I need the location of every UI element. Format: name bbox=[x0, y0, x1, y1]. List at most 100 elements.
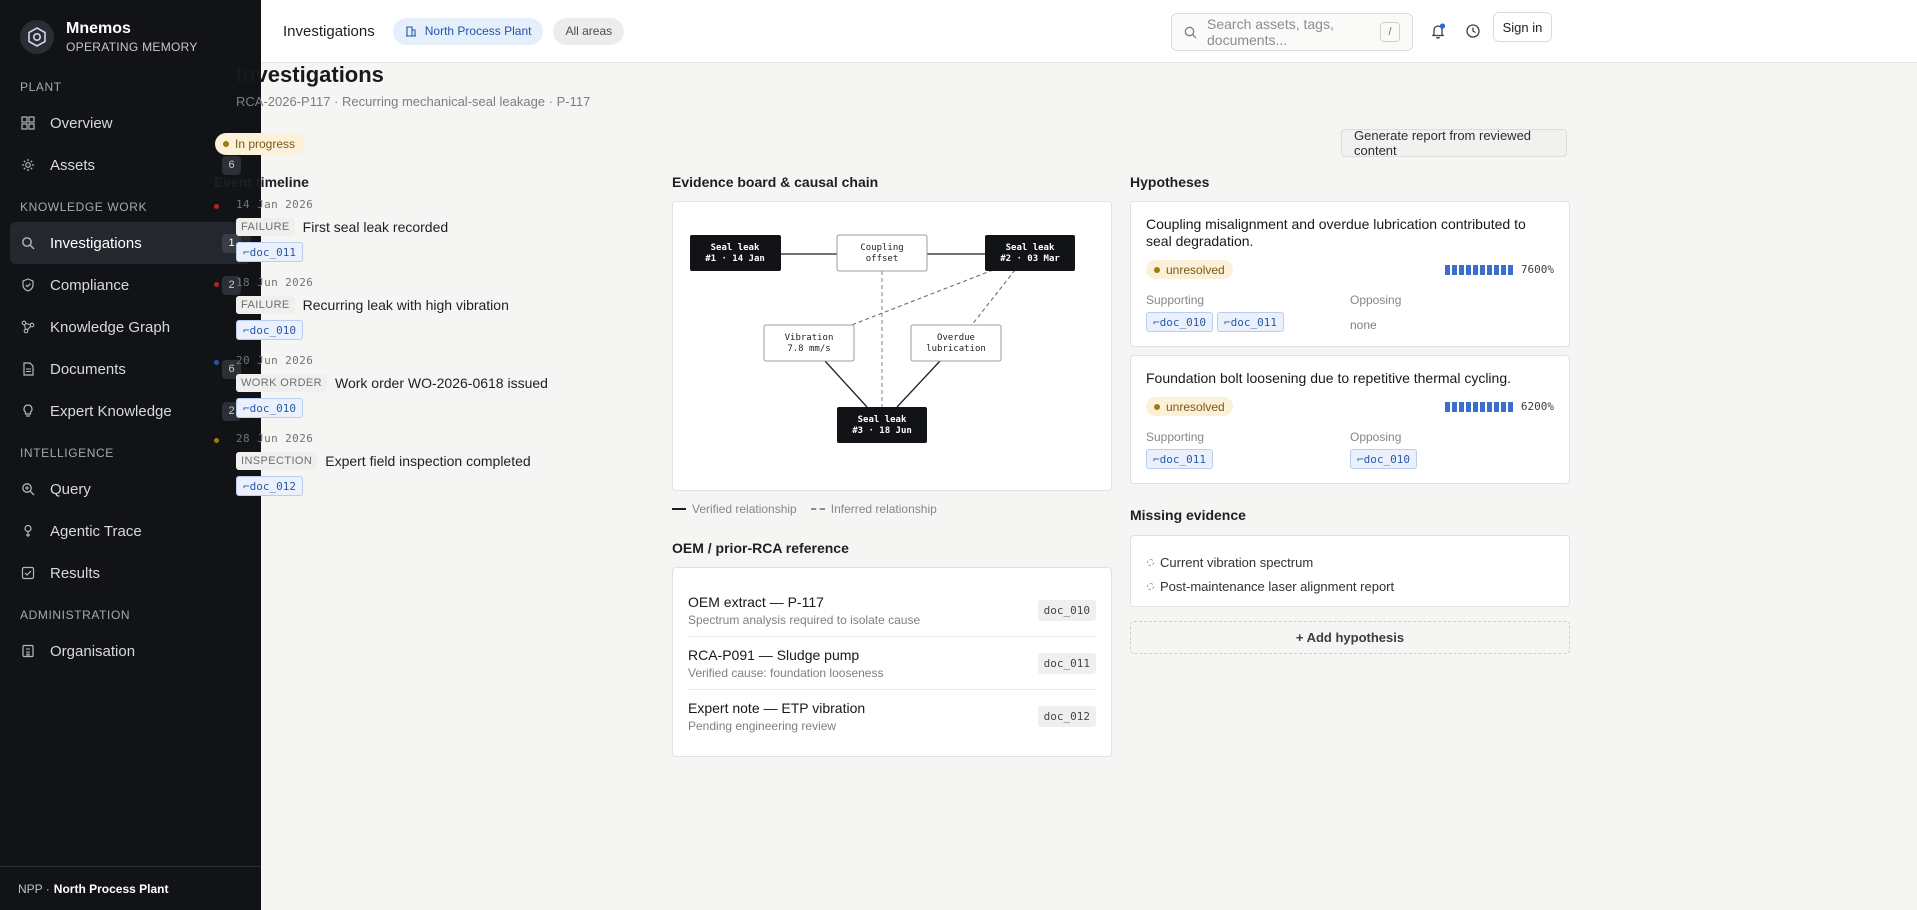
svg-text:lubrication: lubrication bbox=[926, 344, 986, 354]
svg-text:Seal leak: Seal leak bbox=[858, 415, 907, 425]
sidebar-item-label: Organisation bbox=[50, 642, 136, 660]
event-type-badge: FAILURE bbox=[236, 218, 295, 236]
confidence-segment bbox=[1479, 401, 1485, 412]
confidence-segment bbox=[1486, 401, 1492, 412]
count-badge: 6 bbox=[222, 155, 241, 175]
node-seal-leak-2[interactable]: Seal leak #2 · 03 Mar bbox=[985, 235, 1075, 271]
node-seal-leak-1[interactable]: Seal leak #1 · 14 Jan bbox=[690, 235, 781, 271]
evidence-board[interactable]: Seal leak #1 · 14 Jan Coupling offset Se… bbox=[672, 201, 1112, 491]
sidebar-item-organisation[interactable]: Organisation bbox=[10, 630, 251, 672]
sidebar-footer: NPP · North Process Plant bbox=[0, 866, 261, 910]
event-type-badge: FAILURE bbox=[236, 296, 295, 314]
event-title: Expert field inspection completed bbox=[325, 453, 531, 469]
confidence-segment bbox=[1493, 264, 1499, 275]
areas-filter-pill[interactable]: All areas bbox=[553, 17, 625, 45]
node-vibration[interactable]: Vibration 7.8 mm/s bbox=[763, 324, 855, 362]
timeline-event[interactable]: 28 Jun 2026 INSPECTION Expert field insp… bbox=[214, 432, 634, 510]
pending-circle-icon bbox=[1147, 558, 1154, 566]
missing-evidence-item[interactable]: Post-maintenance laser alignment report bbox=[1147, 574, 1553, 598]
edge-lubrication-leak3 bbox=[896, 360, 941, 408]
event-date: 28 Jun 2026 bbox=[236, 432, 314, 445]
timeline-event[interactable]: 20 Jun 2026 WORK ORDER Work order WO-202… bbox=[214, 354, 634, 432]
generate-report-button[interactable]: Generate report from reviewed content bbox=[1341, 128, 1567, 158]
timeline-event[interactable]: 18 Jun 2026 FAILURE Recurring leak with … bbox=[214, 276, 634, 354]
confidence-meter: 7600% bbox=[1444, 263, 1554, 276]
doc-reference-chip[interactable]: ⌐doc_011 bbox=[1216, 312, 1284, 332]
search-box[interactable]: Search assets, tags, documents... / bbox=[1171, 13, 1413, 51]
evidence-legend: Verified relationship Inferred relations… bbox=[672, 502, 937, 516]
missing-evidence-item[interactable]: Current vibration spectrum bbox=[1147, 550, 1553, 574]
svg-text:#3 · 18 Jun: #3 · 18 Jun bbox=[852, 426, 912, 436]
document-icon bbox=[20, 361, 36, 377]
confidence-segment bbox=[1472, 401, 1478, 412]
graph-icon bbox=[20, 319, 36, 335]
sign-in-button[interactable]: Sign in bbox=[1493, 12, 1552, 42]
svg-text:offset: offset bbox=[866, 254, 899, 264]
confidence-segment bbox=[1472, 264, 1478, 275]
missing-evidence-list: Current vibration spectrum Post-maintena… bbox=[1130, 535, 1570, 607]
confidence-segment bbox=[1507, 264, 1513, 275]
status-label: In progress bbox=[235, 137, 296, 151]
confidence-segment bbox=[1465, 401, 1471, 412]
plant-filter-pill[interactable]: North Process Plant bbox=[392, 17, 544, 45]
reference-title: RCA-P091 — Sludge pump bbox=[688, 646, 860, 663]
areas-filter-label: All areas bbox=[565, 24, 613, 38]
reference-row[interactable]: RCA-P091 — Sludge pump Verified cause: f… bbox=[688, 637, 1096, 690]
add-hypothesis-button[interactable]: + Add hypothesis bbox=[1130, 621, 1570, 654]
notifications-button[interactable] bbox=[1423, 16, 1453, 46]
hypothesis-status: unresolved bbox=[1166, 262, 1225, 277]
opposing-label: Opposing bbox=[1350, 293, 1402, 307]
reference-row[interactable]: OEM extract — P-117 Spectrum analysis re… bbox=[688, 584, 1096, 637]
svg-text:Overdue: Overdue bbox=[937, 333, 975, 343]
doc-reference-chip[interactable]: ⌐doc_012 bbox=[236, 476, 303, 496]
confidence-segment bbox=[1486, 264, 1492, 275]
timeline-dot bbox=[214, 438, 219, 443]
sidebar-item-results[interactable]: Results bbox=[10, 552, 251, 594]
event-date: 14 Jan 2026 bbox=[236, 198, 314, 211]
event-timeline: 14 Jan 2026 FAILURE First seal leak reco… bbox=[214, 198, 634, 510]
reference-subtitle: Spectrum analysis required to isolate ca… bbox=[688, 612, 921, 627]
event-title: Recurring leak with high vibration bbox=[302, 297, 509, 313]
search-input[interactable]: Search assets, tags, documents... bbox=[1207, 16, 1380, 48]
node-overdue-lubrication[interactable]: Overdue lubrication bbox=[910, 324, 1002, 362]
doc-reference-chip[interactable]: ⌐doc_010 bbox=[236, 320, 303, 340]
brand-subtitle: OPERATING MEMORY bbox=[66, 40, 198, 54]
nav-section-label: ADMINISTRATION bbox=[20, 608, 131, 622]
reference-doc-id[interactable]: doc_012 bbox=[1037, 706, 1096, 727]
event-title: Work order WO-2026-0618 issued bbox=[335, 375, 548, 391]
doc-reference-chip[interactable]: ⌐doc_010 bbox=[1350, 449, 1417, 469]
event-type-badge: INSPECTION bbox=[236, 452, 318, 470]
hypothesis-card[interactable]: Foundation bolt loosening due to repetit… bbox=[1130, 355, 1570, 484]
reference-row[interactable]: Expert note — ETP vibration Pending engi… bbox=[688, 690, 1096, 743]
search-icon bbox=[1184, 26, 1197, 38]
doc-reference-chip[interactable]: ⌐doc_011 bbox=[236, 242, 303, 262]
reference-subtitle: Verified cause: foundation looseness bbox=[688, 665, 884, 680]
reference-doc-id[interactable]: doc_010 bbox=[1037, 599, 1096, 621]
confidence-segment bbox=[1479, 264, 1485, 275]
doc-reference-chip[interactable]: ⌐doc_010 bbox=[1146, 312, 1213, 332]
breadcrumb[interactable]: Investigations bbox=[283, 23, 375, 40]
reference-doc-id[interactable]: doc_011 bbox=[1037, 652, 1096, 674]
timeline-event[interactable]: 14 Jan 2026 FAILURE First seal leak reco… bbox=[214, 198, 634, 276]
search-shortcut: / bbox=[1380, 22, 1400, 42]
hypothesis-title: Coupling misalignment and overdue lubric… bbox=[1146, 216, 1526, 249]
confidence-meter: 6200% bbox=[1444, 400, 1554, 413]
query-icon bbox=[20, 481, 36, 497]
gear-icon bbox=[20, 157, 36, 173]
node-seal-leak-3[interactable]: Seal leak #3 · 18 Jun bbox=[837, 407, 927, 443]
sidebar-item-overview[interactable]: Overview bbox=[10, 102, 251, 144]
sidebar-item-agentic-trace[interactable]: Agentic Trace bbox=[10, 510, 251, 552]
history-button[interactable] bbox=[1458, 16, 1488, 46]
doc-reference-chip[interactable]: ⌐doc_011 bbox=[1146, 449, 1213, 469]
confidence-bar bbox=[1444, 401, 1513, 412]
brand[interactable]: Mnemos OPERATING MEMORY bbox=[0, 0, 261, 74]
hypothesis-status-badge: unresolved bbox=[1146, 260, 1233, 279]
opposing-docs: ⌐doc_010 bbox=[1350, 449, 1554, 469]
hypothesis-card[interactable]: Coupling misalignment and overdue lubric… bbox=[1130, 201, 1570, 347]
confidence-segment bbox=[1458, 401, 1464, 412]
svg-text:7.8 mm/s: 7.8 mm/s bbox=[787, 344, 830, 354]
node-coupling-offset[interactable]: Coupling offset bbox=[836, 234, 928, 272]
doc-reference-chip[interactable]: ⌐doc_010 bbox=[236, 398, 303, 418]
plant-filter-label: North Process Plant bbox=[424, 24, 532, 38]
supporting-label: Supporting bbox=[1146, 430, 1205, 444]
